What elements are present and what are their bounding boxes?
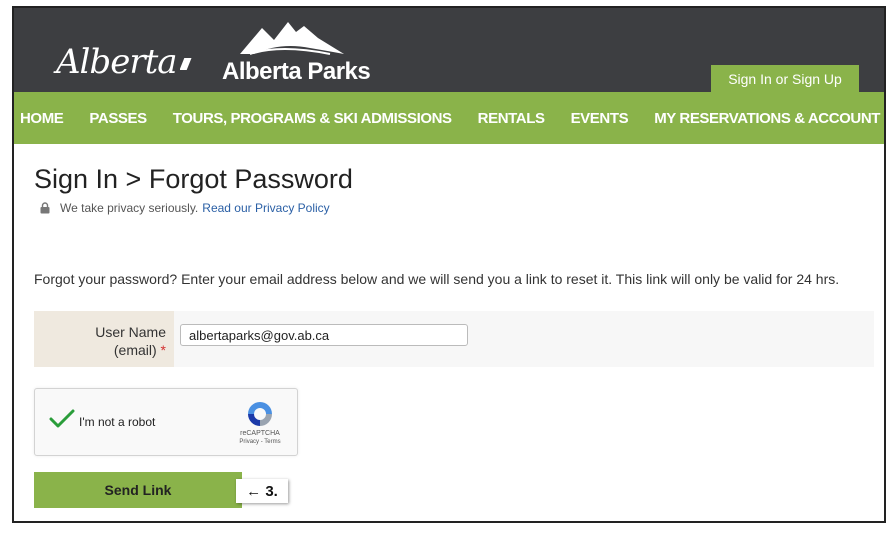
main-nav: HOME PASSES TOURS, PROGRAMS & SKI ADMISS… xyxy=(14,92,884,144)
recaptcha-terms-link[interactable]: Privacy - Terms xyxy=(225,439,295,445)
privacy-policy-link[interactable]: Read our Privacy Policy xyxy=(202,201,329,215)
username-label-line1: User Name xyxy=(95,324,166,340)
username-label-line2: (email) xyxy=(113,342,157,358)
username-label: User Name (email) * xyxy=(95,323,166,359)
alberta-logo-text: Alberta xyxy=(56,42,177,82)
recaptcha-icon xyxy=(245,399,275,434)
send-link-button[interactable]: Send Link xyxy=(34,472,242,508)
nav-item-rentals[interactable]: RENTALS xyxy=(478,110,545,127)
username-form-row: User Name (email) * xyxy=(34,311,874,367)
alberta-logo[interactable]: Alberta xyxy=(56,42,192,82)
nav-item-passes[interactable]: PASSES xyxy=(89,110,147,127)
not-robot-label[interactable]: I'm not a robot xyxy=(79,415,155,429)
browser-frame: Alberta Alberta Parks Sign In or Sign Up… xyxy=(12,6,886,523)
alberta-parks-logo[interactable]: Alberta Parks xyxy=(222,20,371,85)
required-marker: * xyxy=(160,342,166,358)
step-callout: ← 3. xyxy=(236,479,288,503)
parks-logo-text: Alberta Parks xyxy=(222,58,371,85)
recaptcha-widget: I'm not a robot reCAPTCHA Privacy - Term… xyxy=(34,388,298,456)
username-label-cell: User Name (email) * xyxy=(34,311,174,367)
nav-item-my-reservations[interactable]: MY RESERVATIONS & ACCOUNT xyxy=(654,110,880,127)
alberta-logo-mark xyxy=(179,58,192,70)
nav-item-events[interactable]: EVENTS xyxy=(571,110,629,127)
privacy-notice: We take privacy seriously. Read our Priv… xyxy=(40,201,330,215)
signin-signup-button[interactable]: Sign In or Sign Up xyxy=(711,65,859,92)
mountain-icon xyxy=(240,22,344,55)
header: Alberta Alberta Parks Sign In or Sign Up xyxy=(14,8,884,92)
check-icon[interactable] xyxy=(49,409,75,434)
instructions-text: Forgot your password? Enter your email a… xyxy=(34,271,840,287)
username-email-input[interactable] xyxy=(180,324,468,346)
nav-item-home[interactable]: HOME xyxy=(20,110,64,127)
privacy-text: We take privacy seriously. xyxy=(60,201,199,215)
recaptcha-brand: reCAPTCHA xyxy=(240,430,280,437)
page-title: Sign In > Forgot Password xyxy=(34,164,353,194)
lock-icon xyxy=(40,202,50,214)
nav-item-tours[interactable]: TOURS, PROGRAMS & SKI ADMISSIONS xyxy=(173,110,452,127)
